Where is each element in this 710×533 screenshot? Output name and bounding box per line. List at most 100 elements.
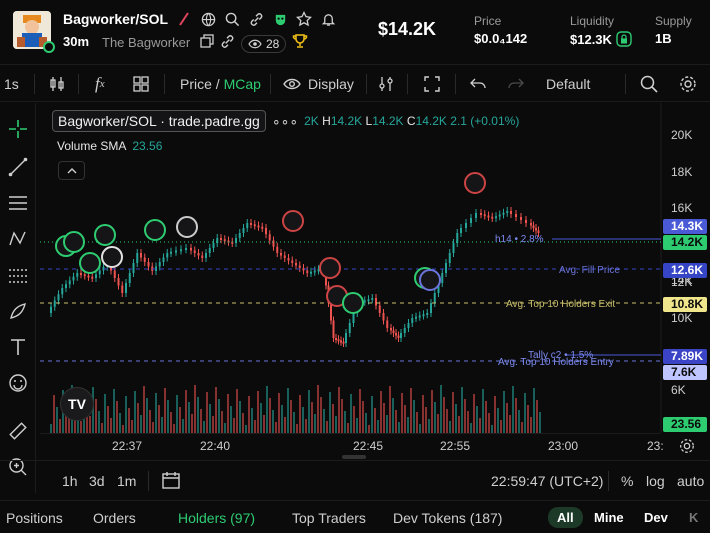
volume-bar — [113, 389, 115, 433]
link-icon[interactable] — [247, 10, 265, 28]
eye-icon — [248, 39, 262, 48]
star-icon[interactable] — [295, 10, 313, 28]
symbol-label[interactable]: Bagworker/SOL · trade.padre.gg — [52, 110, 266, 132]
pattern-icon[interactable] — [6, 227, 30, 251]
price-toggle-label[interactable]: Price — [180, 76, 212, 92]
trendline-icon[interactable] — [6, 155, 30, 179]
globe-icon[interactable] — [199, 10, 217, 28]
filter-more[interactable]: K — [680, 507, 707, 528]
emoji-icon[interactable] — [6, 371, 30, 395]
volume-bar — [383, 403, 385, 433]
resize-handle[interactable] — [342, 455, 366, 459]
text-tool-icon[interactable] — [6, 335, 30, 359]
tab-dev-tokens[interactable]: Dev Tokens (187) — [393, 510, 502, 526]
display-button[interactable]: Display — [283, 65, 354, 103]
candle — [411, 318, 414, 323]
gear-icon[interactable] — [678, 65, 698, 103]
search-icon[interactable] — [640, 65, 658, 103]
candle — [242, 228, 245, 233]
chain-link-icon[interactable] — [220, 34, 235, 54]
range-1h[interactable]: 1h — [62, 473, 78, 489]
volume-bar — [290, 400, 292, 433]
flame-icon[interactable] — [175, 10, 193, 28]
copy-icon[interactable] — [200, 34, 214, 53]
filter-all[interactable]: All — [548, 507, 583, 528]
toolbar-divider — [366, 74, 367, 94]
filter-dev[interactable]: Dev — [635, 507, 677, 528]
volume-bar — [512, 386, 514, 433]
range-3d[interactable]: 3d — [89, 473, 105, 489]
indicators-icon[interactable]: fx — [95, 65, 105, 103]
fullscreen-icon[interactable] — [424, 65, 440, 103]
chart-toolbar: 1s fx Price / MCap Display Default — [0, 64, 710, 102]
volume-bar — [125, 396, 127, 433]
axis-settings-icon[interactable] — [678, 437, 696, 460]
display-label: Display — [308, 76, 354, 92]
y-tick: 20K — [671, 128, 693, 142]
fib-icon[interactable] — [6, 263, 30, 287]
bell-icon[interactable] — [319, 10, 337, 28]
candle — [460, 228, 462, 233]
candle — [407, 323, 410, 328]
range-1m[interactable]: 1m — [117, 473, 136, 489]
more-options-icon[interactable]: ∘∘∘ — [270, 113, 300, 130]
candle — [265, 228, 267, 235]
candle — [502, 212, 505, 215]
percent-toggle[interactable]: % — [621, 473, 633, 489]
collapse-legend-button[interactable] — [58, 161, 85, 180]
candle — [113, 270, 116, 278]
undo-icon[interactable] — [470, 65, 486, 103]
candle — [76, 273, 79, 277]
candle — [430, 303, 432, 313]
tradingview-logo[interactable]: TV — [60, 387, 94, 421]
volume-bar — [479, 418, 481, 433]
candle — [276, 246, 279, 253]
creator-name[interactable]: The Bagworker — [102, 35, 190, 50]
tab-top-traders[interactable]: Top Traders — [292, 510, 366, 526]
layout-selector[interactable]: Default — [546, 65, 590, 103]
candle — [506, 211, 509, 213]
stat-supply: Supply 1B — [655, 14, 692, 46]
settings-sliders-icon[interactable] — [378, 65, 394, 103]
volume-bar — [464, 399, 466, 433]
candle — [392, 330, 395, 333]
search-icon[interactable] — [223, 10, 241, 28]
volume-bar — [539, 412, 541, 433]
volume-bar — [461, 387, 463, 433]
redo-icon[interactable] — [508, 65, 524, 103]
tab-holders[interactable]: Holders (97) — [178, 510, 255, 526]
trophy-icon[interactable] — [292, 33, 308, 54]
candles-icon[interactable] — [48, 65, 66, 103]
mask-icon[interactable] — [271, 10, 289, 28]
ruler-icon[interactable] — [6, 419, 30, 443]
crosshair-icon[interactable] — [6, 117, 30, 141]
filter-mine[interactable]: Mine — [585, 507, 633, 528]
layouts-icon[interactable] — [133, 65, 149, 103]
auto-toggle[interactable]: auto — [677, 473, 704, 489]
volume-bar — [98, 411, 100, 433]
volume-bar — [389, 386, 391, 433]
log-toggle[interactable]: log — [646, 473, 665, 489]
mcap-toggle-label[interactable]: MCap — [224, 76, 261, 92]
tab-positions[interactable]: Positions — [6, 510, 63, 526]
time-axis[interactable]: 22:37 22:40 22:45 22:55 23:00 23: — [40, 433, 664, 457]
h14-annotation: h14 • 2.8% — [495, 234, 544, 245]
candle — [61, 288, 64, 295]
volume-bar — [224, 423, 226, 433]
candle — [91, 276, 94, 279]
candle — [136, 253, 139, 263]
volume-bar — [230, 406, 232, 433]
candle — [342, 341, 345, 344]
toolbar-divider — [625, 74, 626, 94]
price-mcap-toggle[interactable]: Price / MCap — [180, 65, 261, 103]
stat-liquidity-label: Liquidity — [570, 14, 615, 28]
tab-orders[interactable]: Orders — [93, 510, 136, 526]
horizontal-lines-icon[interactable] — [6, 191, 30, 215]
candle — [57, 294, 60, 301]
brush-icon[interactable] — [6, 299, 30, 323]
watchers-pill[interactable]: 28 — [241, 34, 287, 53]
candle — [223, 239, 226, 242]
calendar-icon[interactable] — [162, 471, 180, 492]
volume-bar — [203, 421, 205, 433]
interval-button[interactable]: 1s — [4, 65, 19, 103]
